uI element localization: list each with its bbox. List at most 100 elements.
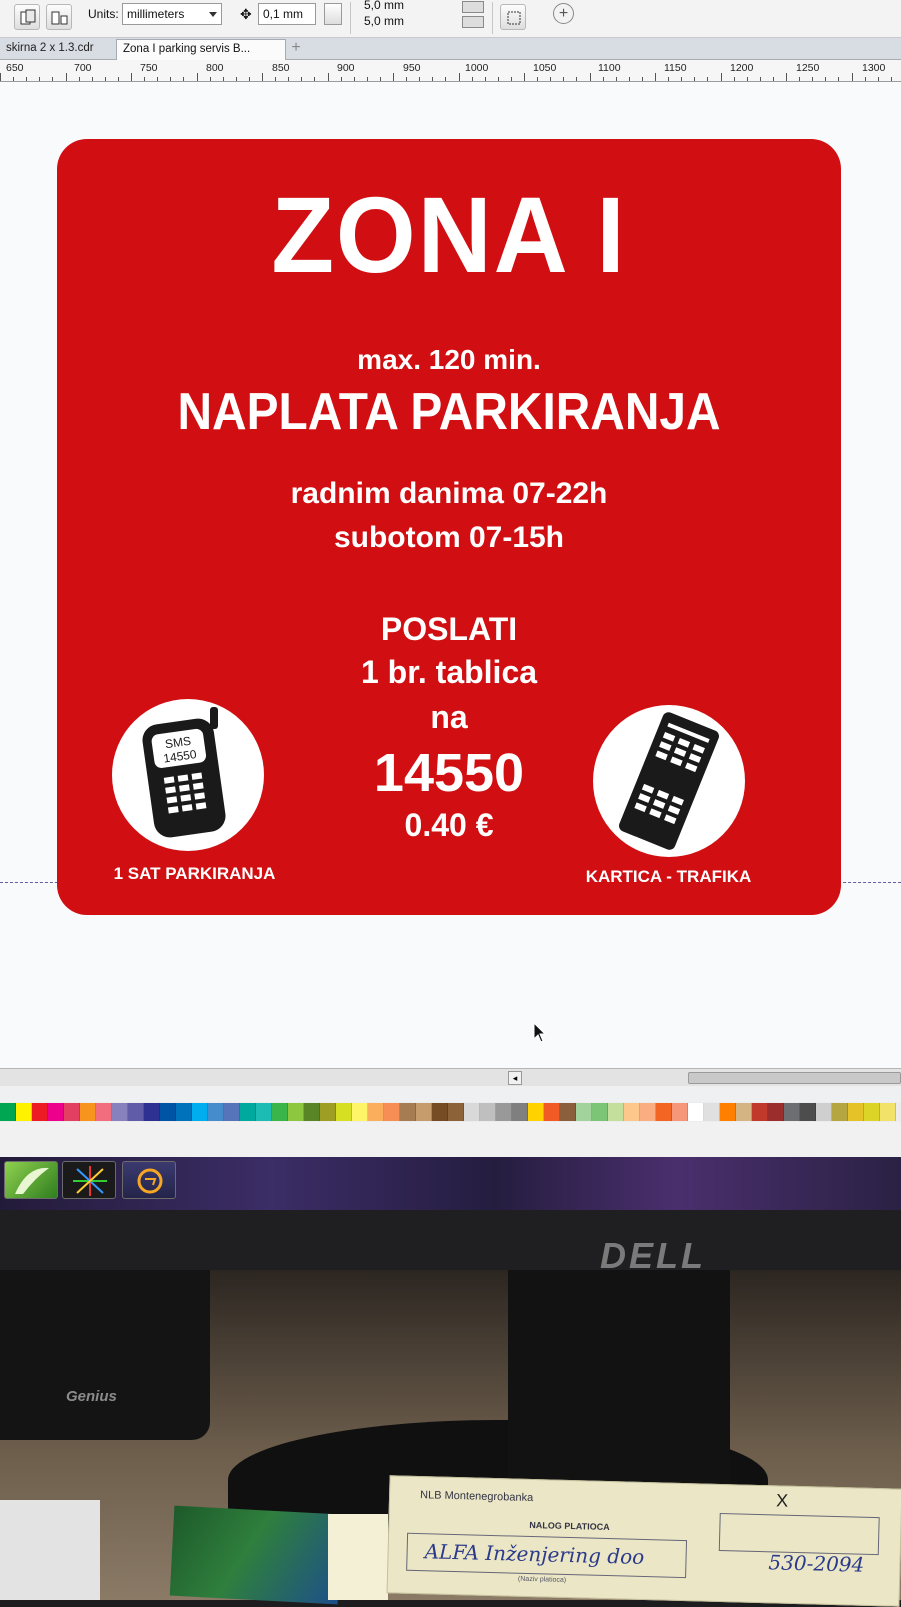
palette-swatch[interactable] [512,1103,528,1121]
palette-swatch[interactable] [368,1103,384,1121]
new-tab-icon[interactable]: + [288,40,304,56]
palette-swatch[interactable] [736,1103,752,1121]
ruler-tick [327,73,329,81]
palette-swatch[interactable] [432,1103,448,1121]
parking-sign[interactable]: ZONA I max. 120 min. NAPLATA PARKIRANJA … [57,139,841,915]
ruler-tick [720,73,722,81]
palette-swatch[interactable] [480,1103,496,1121]
palette-swatch[interactable] [704,1103,720,1121]
ruler-tick [262,73,263,81]
palette-swatch[interactable] [672,1103,688,1121]
palette-swatch[interactable] [208,1103,224,1121]
drawing-canvas[interactable]: ZONA I max. 120 min. NAPLATA PARKIRANJA … [0,82,901,1068]
ruler-tick [563,77,565,81]
palette-swatch[interactable] [384,1103,400,1121]
palette-swatch[interactable] [160,1103,176,1121]
palette-swatch[interactable] [624,1103,640,1121]
taskbar-app-photopaint-icon[interactable] [62,1161,116,1199]
status-area [0,1122,901,1157]
palette-swatch[interactable] [16,1103,32,1121]
palette-swatch[interactable] [720,1103,736,1121]
units-label: Units: [88,7,119,21]
palette-swatch[interactable] [112,1103,128,1121]
duplicate-y-field[interactable]: 5,0 mm [364,14,404,28]
palette-swatch[interactable] [576,1103,592,1121]
nudge-spinner[interactable] [324,3,342,25]
palette-swatch[interactable] [80,1103,96,1121]
palette-swatch[interactable] [880,1103,896,1121]
duplicate-y-spinner[interactable] [462,16,484,28]
palette-swatch[interactable] [32,1103,48,1121]
taskbar-app-connect-icon[interactable] [122,1161,176,1199]
tab-document-1[interactable]: skirna 2 x 1.3.cdr [0,39,114,60]
palette-swatch[interactable] [416,1103,432,1121]
palette-swatch[interactable] [528,1103,544,1121]
ruler-tick [825,77,827,81]
form-field-box [718,1512,880,1556]
palette-swatch[interactable] [848,1103,864,1121]
ruler-tick [65,73,67,81]
ruler-label: 1300 [862,62,886,74]
palette-swatch[interactable] [640,1103,656,1121]
palette-swatch[interactable] [768,1103,784,1121]
palette-swatch[interactable] [688,1103,704,1121]
palette-swatch[interactable] [864,1103,880,1121]
palette-swatch[interactable] [448,1103,464,1121]
palette-swatch[interactable] [336,1103,352,1121]
palette-swatch[interactable] [192,1103,208,1121]
ruler-tick [877,77,879,81]
palette-swatch[interactable] [128,1103,144,1121]
ruler-tick [314,77,316,81]
palette-swatch[interactable] [464,1103,480,1121]
align-button[interactable] [46,4,72,30]
duplicate-x-field[interactable]: 5,0 mm [364,0,404,12]
sms-option-label: 1 SAT PARKIRANJA [113,864,276,883]
palette-swatch[interactable] [752,1103,768,1121]
palette-swatch[interactable] [592,1103,608,1121]
nudge-distance-input[interactable]: 0,1 mm [258,3,316,25]
ruler-tick [615,77,617,81]
page-layout-button[interactable] [14,4,40,30]
palette-swatch[interactable] [320,1103,336,1121]
palette-swatch[interactable] [240,1103,256,1121]
app-starburst-icon [73,1166,107,1196]
horizontal-scrollbar[interactable]: ◂ [0,1068,901,1086]
palette-swatch[interactable] [560,1103,576,1121]
brochure [169,1505,343,1605]
palette-swatch[interactable] [496,1103,512,1121]
horizontal-ruler[interactable]: 650 700 750 800 850 900 950 1000 1050 11… [0,60,901,82]
palette-swatch[interactable] [544,1103,560,1121]
add-preset-icon[interactable]: + [553,3,574,24]
ruler-label: 950 [403,62,421,74]
scroll-left-icon[interactable]: ◂ [508,1071,522,1085]
taskbar-app-corel-icon[interactable] [4,1161,58,1199]
ruler-tick [510,77,512,81]
monitor-screen: Units: millimeters ✥ 0,1 mm 5,0 mm 5,0 m… [0,0,901,1210]
palette-swatch[interactable] [400,1103,416,1121]
palette-swatch[interactable] [224,1103,240,1121]
palette-swatch[interactable] [816,1103,832,1121]
palette-swatch[interactable] [288,1103,304,1121]
units-dropdown[interactable]: millimeters [122,3,222,25]
palette-swatch[interactable] [352,1103,368,1121]
palette-swatch[interactable] [608,1103,624,1121]
tab-document-2[interactable]: Zona I parking servis B... [116,39,286,60]
palette-swatch[interactable] [144,1103,160,1121]
palette-swatch[interactable] [64,1103,80,1121]
ruler-tick [406,77,408,81]
ruler-tick [786,73,787,81]
palette-swatch[interactable] [0,1103,16,1121]
palette-swatch[interactable] [800,1103,816,1121]
palette-swatch[interactable] [832,1103,848,1121]
palette-swatch[interactable] [272,1103,288,1121]
palette-swatch[interactable] [784,1103,800,1121]
treat-as-filled-button[interactable] [500,4,526,30]
palette-swatch[interactable] [256,1103,272,1121]
palette-swatch[interactable] [176,1103,192,1121]
palette-swatch[interactable] [304,1103,320,1121]
palette-swatch[interactable] [656,1103,672,1121]
scrollbar-thumb[interactable] [688,1072,901,1084]
duplicate-x-spinner[interactable] [462,1,484,13]
palette-swatch[interactable] [48,1103,64,1121]
palette-swatch[interactable] [96,1103,112,1121]
